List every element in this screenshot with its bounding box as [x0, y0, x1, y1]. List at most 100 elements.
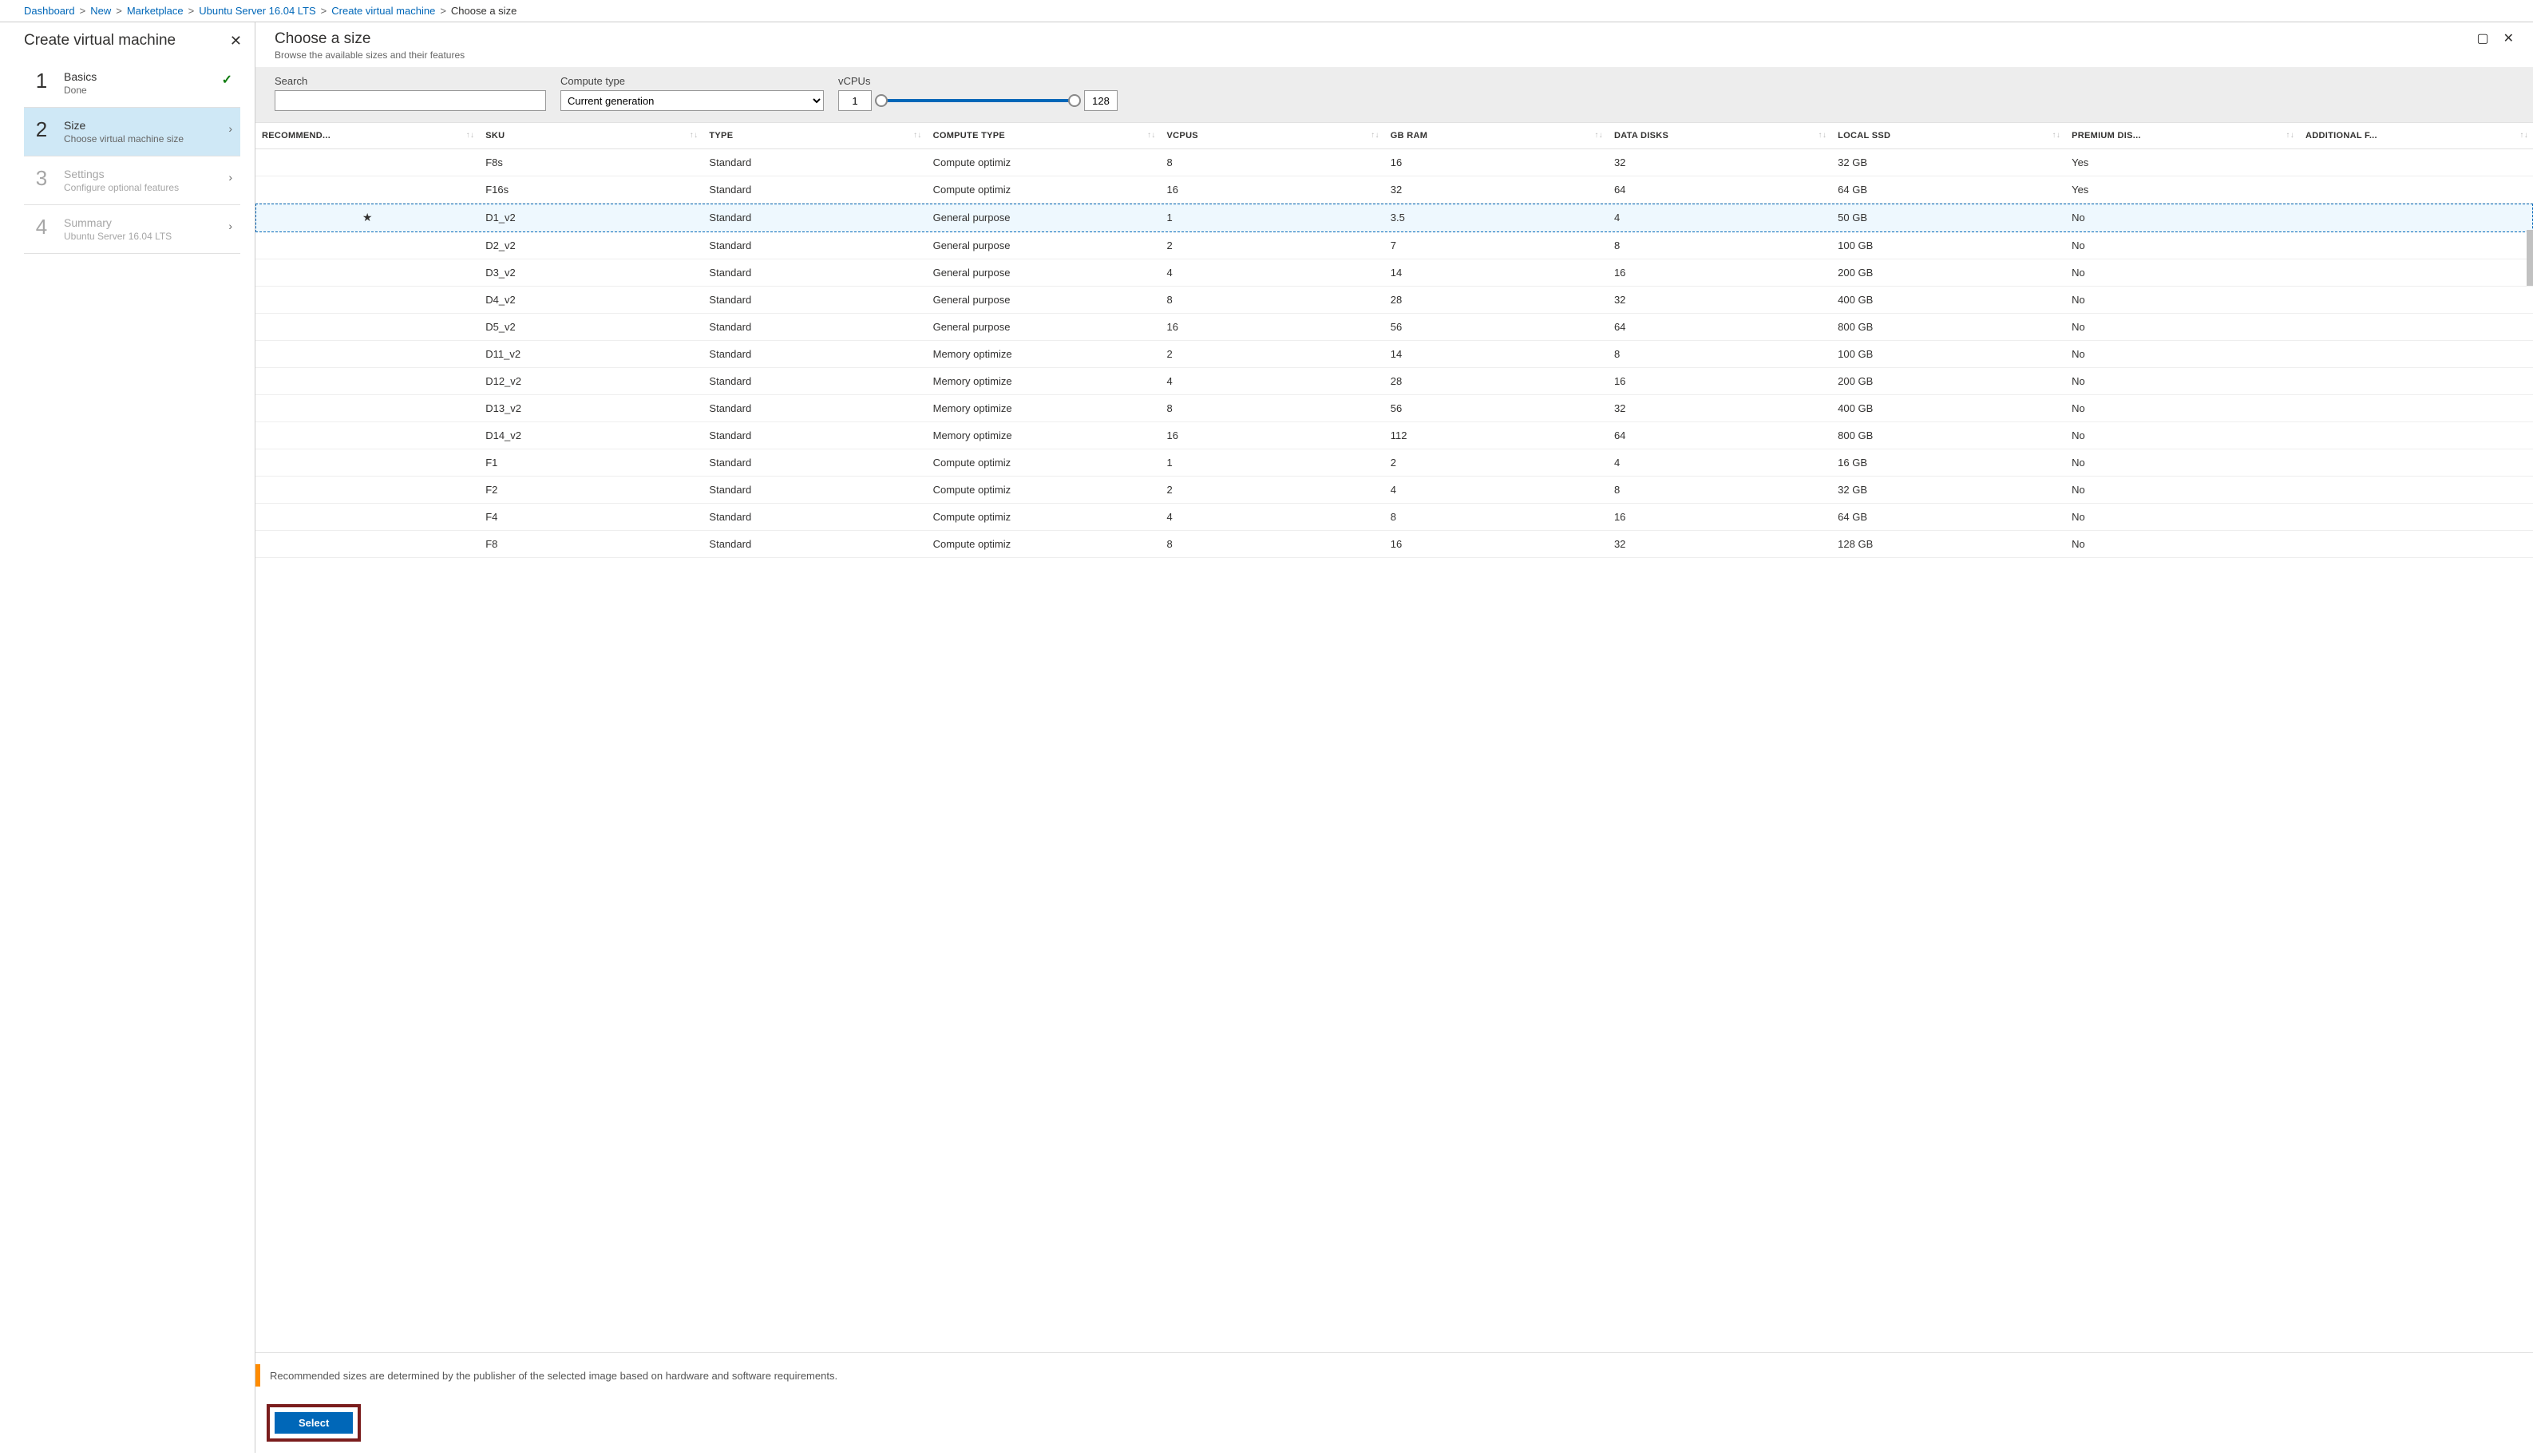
table-row[interactable]: F1StandardCompute optimiz12416 GBNo	[255, 449, 2533, 477]
cell-premium: No	[2065, 504, 2299, 531]
table-row[interactable]: D2_v2StandardGeneral purpose278100 GBNo	[255, 232, 2533, 259]
column-header[interactable]: GB RAM↑↓	[1384, 123, 1608, 149]
cell-disks: 8	[1608, 477, 1831, 504]
column-label: RECOMMEND...	[262, 131, 330, 140]
cell-vcpus: 4	[1161, 368, 1384, 395]
vcpu-slider[interactable]	[878, 93, 1078, 109]
vcpus-label: vCPUs	[838, 75, 1118, 87]
cell-vcpus: 2	[1161, 232, 1384, 259]
cell-type: Standard	[703, 287, 926, 314]
sort-icon: ↑↓	[913, 131, 922, 140]
table-row[interactable]: D5_v2StandardGeneral purpose165664800 GB…	[255, 314, 2533, 341]
cell-sku: D1_v2	[479, 204, 703, 232]
chevron-right-icon: >	[321, 5, 327, 17]
select-button[interactable]: Select	[275, 1412, 353, 1434]
column-header[interactable]: VCPUS↑↓	[1161, 123, 1384, 149]
step-number: 4	[32, 216, 51, 237]
cell-ram: 8	[1384, 504, 1608, 531]
table-row[interactable]: F4StandardCompute optimiz481664 GBNo	[255, 504, 2533, 531]
cell-vcpus: 16	[1161, 422, 1384, 449]
cell-premium: Yes	[2065, 176, 2299, 204]
cell-sku: D4_v2	[479, 287, 703, 314]
step-number: 3	[32, 168, 51, 188]
breadcrumb-link[interactable]: New	[90, 5, 111, 17]
cell-disks: 8	[1608, 232, 1831, 259]
cell-vcpus: 8	[1161, 287, 1384, 314]
cell-ram: 112	[1384, 422, 1608, 449]
column-header[interactable]: RECOMMEND...↑↓	[255, 123, 479, 149]
table-row[interactable]: D11_v2StandardMemory optimize2148100 GBN…	[255, 341, 2533, 368]
cell-recommended	[255, 368, 479, 395]
table-row[interactable]: F8StandardCompute optimiz81632128 GBNo	[255, 531, 2533, 558]
table-row[interactable]: D4_v2StandardGeneral purpose82832400 GBN…	[255, 287, 2533, 314]
cell-type: Standard	[703, 176, 926, 204]
cell-disks: 4	[1608, 449, 1831, 477]
cell-additional	[2299, 341, 2533, 368]
maximize-icon[interactable]: ▢	[2476, 30, 2488, 46]
table-row[interactable]: D14_v2StandardMemory optimize1611264800 …	[255, 422, 2533, 449]
cell-recommended	[255, 449, 479, 477]
breadcrumb-link[interactable]: Create virtual machine	[331, 5, 435, 17]
column-header[interactable]: LOCAL SSD ↑↓	[1831, 123, 2065, 149]
table-row[interactable]: D3_v2StandardGeneral purpose41416200 GBN…	[255, 259, 2533, 287]
breadcrumb-link[interactable]: Marketplace	[127, 5, 184, 17]
wizard-step-size[interactable]: 2 Size Choose virtual machine size›	[24, 108, 240, 156]
table-row[interactable]: ★D1_v2StandardGeneral purpose13.5450 GBN…	[255, 204, 2533, 232]
wizard-panel: Create virtual machine ✕ 1 Basics Done✓2…	[0, 22, 255, 1453]
cell-recommended	[255, 314, 479, 341]
vcpu-min-input[interactable]	[838, 90, 872, 111]
cell-premium: No	[2065, 477, 2299, 504]
chevron-right-icon: ›	[228, 220, 232, 232]
breadcrumb-link[interactable]: Dashboard	[24, 5, 75, 17]
cell-ram: 56	[1384, 395, 1608, 422]
cell-recommended	[255, 149, 479, 176]
column-label: TYPE	[709, 131, 733, 140]
cell-compute-type: General purpose	[927, 204, 1161, 232]
cell-additional	[2299, 477, 2533, 504]
compute-type-select[interactable]: Current generation	[560, 90, 824, 111]
cell-compute-type: General purpose	[927, 232, 1161, 259]
vcpu-max-input[interactable]	[1084, 90, 1118, 111]
table-row[interactable]: F16sStandardCompute optimiz16326464 GBYe…	[255, 176, 2533, 204]
cell-recommended	[255, 232, 479, 259]
size-table-wrap: RECOMMEND...↑↓SKU↑↓TYPE↑↓COMPUTE TYPE↑↓V…	[255, 122, 2533, 1352]
column-header[interactable]: PREMIUM DIS...↑↓	[2065, 123, 2299, 149]
table-row[interactable]: D13_v2StandardMemory optimize85632400 GB…	[255, 395, 2533, 422]
cell-sku: D14_v2	[479, 422, 703, 449]
cell-premium: No	[2065, 204, 2299, 232]
scrollbar-thumb[interactable]	[2527, 230, 2533, 286]
cell-disks: 4	[1608, 204, 1831, 232]
wizard-step-summary[interactable]: 4 Summary Ubuntu Server 16.04 LTS›	[24, 205, 240, 254]
info-bar: Recommended sizes are determined by the …	[255, 1352, 2533, 1398]
sort-icon: ↑↓	[1594, 131, 1603, 140]
column-header[interactable]: SKU↑↓	[479, 123, 703, 149]
search-input[interactable]	[275, 90, 546, 111]
column-header[interactable]: ADDITIONAL F...↑↓	[2299, 123, 2533, 149]
step-title: Size	[64, 119, 184, 132]
close-blade-icon[interactable]: ✕	[2503, 30, 2514, 46]
wizard-step-basics[interactable]: 1 Basics Done✓	[24, 59, 240, 108]
column-header[interactable]: DATA DISKS↑↓	[1608, 123, 1831, 149]
cell-disks: 32	[1608, 149, 1831, 176]
column-label: DATA DISKS	[1614, 131, 1668, 140]
column-header[interactable]: TYPE ↑↓	[703, 123, 926, 149]
check-icon: ✓	[222, 72, 232, 88]
sort-icon: ↑↓	[2519, 131, 2528, 140]
table-row[interactable]: F8sStandardCompute optimiz8163232 GBYes	[255, 149, 2533, 176]
chevron-right-icon: >	[116, 5, 122, 17]
step-subtitle: Ubuntu Server 16.04 LTS	[64, 231, 172, 242]
cell-premium: No	[2065, 232, 2299, 259]
breadcrumb-link[interactable]: Ubuntu Server 16.04 LTS	[199, 5, 315, 17]
close-icon[interactable]: ✕	[230, 33, 242, 49]
table-row[interactable]: F2StandardCompute optimiz24832 GBNo	[255, 477, 2533, 504]
sort-icon: ↑↓	[2052, 131, 2060, 140]
table-row[interactable]: D12_v2StandardMemory optimize42816200 GB…	[255, 368, 2533, 395]
cell-premium: No	[2065, 368, 2299, 395]
column-label: LOCAL SSD	[1838, 131, 1890, 140]
wizard-step-settings[interactable]: 3 Settings Configure optional features›	[24, 156, 240, 205]
cell-premium: Yes	[2065, 149, 2299, 176]
column-header[interactable]: COMPUTE TYPE↑↓	[927, 123, 1161, 149]
cell-ram: 28	[1384, 287, 1608, 314]
chevron-right-icon: ›	[228, 171, 232, 184]
cell-sku: D13_v2	[479, 395, 703, 422]
